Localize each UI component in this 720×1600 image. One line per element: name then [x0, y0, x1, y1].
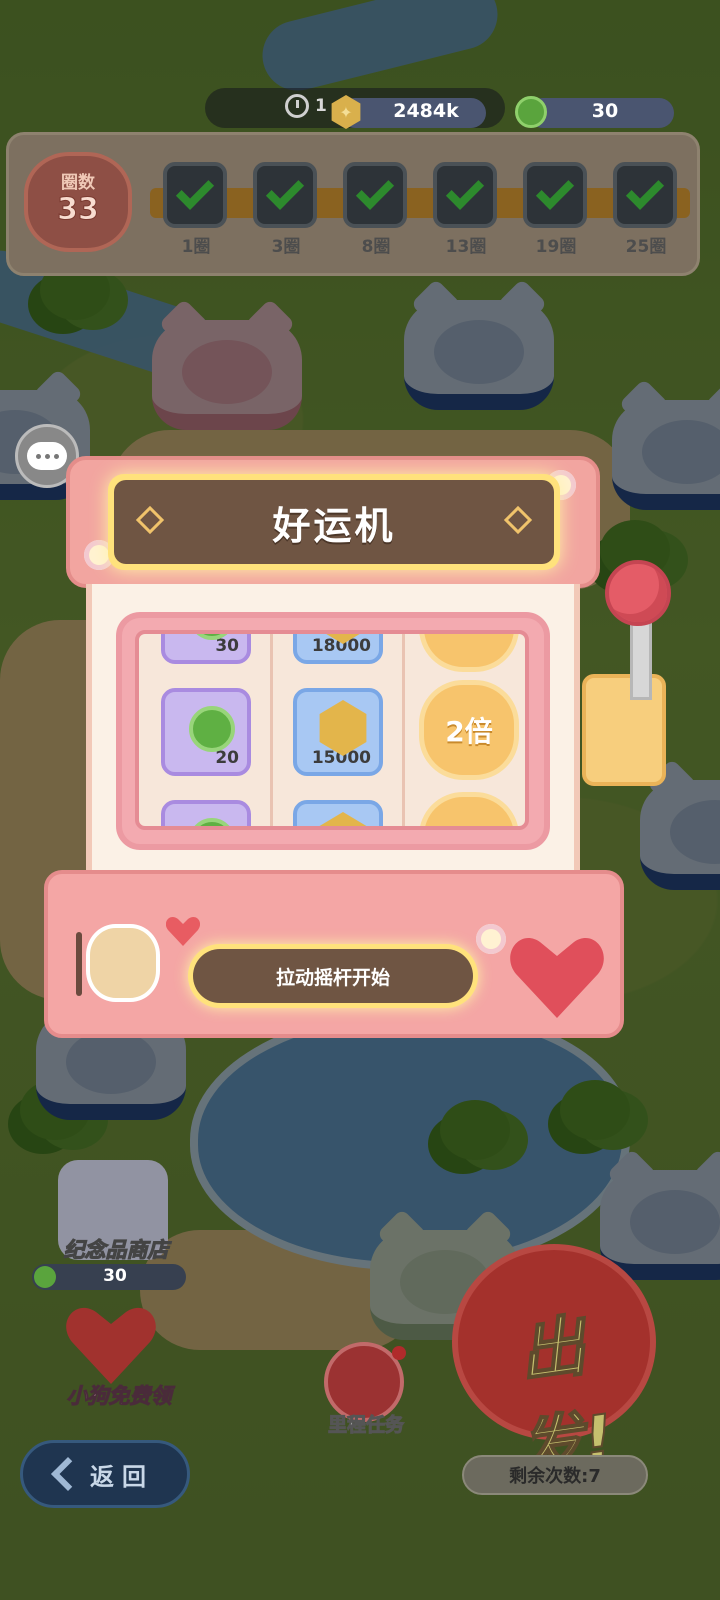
reel-item-center: 15000 — [293, 688, 383, 776]
reel-window: 30 20 18000 15000 2倍 — [135, 630, 529, 830]
check-icon — [175, 171, 215, 210]
sparkle-icon — [503, 505, 533, 535]
reel-item-value: 30 — [215, 636, 239, 656]
title-inner: 好运机 — [114, 480, 554, 564]
timer: 1 — [285, 94, 327, 118]
shop-price: 30 — [103, 1266, 127, 1286]
slot-machine-title-plate: 好运机 — [108, 474, 560, 570]
multiplier-badge — [419, 792, 519, 826]
clover-gem-icon — [189, 818, 235, 826]
milestone-label: 25圈 — [625, 237, 667, 257]
lap-milestone[interactable]: 1圈 — [163, 162, 229, 257]
mileage-mission-label[interactable]: 里程任务 — [306, 1410, 426, 1437]
reel-item-value: 20 — [215, 748, 239, 768]
clover-gem-icon — [189, 706, 235, 752]
lap-milestone[interactable]: 19圈 — [523, 162, 589, 257]
check-icon — [265, 171, 305, 210]
multiplier-badge-center: 2倍 — [419, 680, 519, 780]
clover-icon — [515, 96, 547, 128]
check-icon — [445, 171, 485, 210]
lever-base — [582, 674, 666, 786]
gold-coin-icon — [319, 812, 367, 826]
milestone-box — [343, 162, 407, 228]
milestone-box — [253, 162, 317, 228]
milestone-box — [613, 162, 677, 228]
chat-icon — [27, 442, 67, 470]
lap-milestone[interactable]: 3圈 — [253, 162, 319, 257]
check-icon — [535, 171, 575, 210]
lap-milestone[interactable]: 25圈 — [613, 162, 679, 257]
reel-3: 2倍 — [402, 634, 525, 826]
slot-machine-title: 好运机 — [272, 503, 396, 548]
milestone-label: 1圈 — [181, 237, 211, 257]
check-icon — [625, 171, 665, 210]
lap-count-label: 圈数 — [61, 173, 95, 193]
lever-knob[interactable] — [605, 560, 671, 626]
clover-value: 30 — [591, 100, 619, 122]
clock-icon — [285, 94, 309, 118]
back-button[interactable]: 返回 — [20, 1440, 190, 1508]
souvenir-shop-label[interactable]: 纪念品商店 — [36, 1234, 196, 1264]
timer-value: 1 — [315, 96, 327, 116]
reel-item-center: 20 — [161, 688, 251, 776]
lap-milestone[interactable]: 13圈 — [433, 162, 499, 257]
sparkle-icon — [135, 505, 165, 535]
reel-item: 18000 — [293, 634, 383, 664]
clover-icon — [34, 1266, 56, 1288]
back-arrow-icon — [51, 1457, 85, 1491]
dog-sticker — [86, 924, 160, 1002]
coin-value: 2484k — [393, 100, 459, 122]
milestone-label: 8圈 — [361, 237, 391, 257]
milestone-label: 13圈 — [445, 237, 487, 257]
lap-progress-track — [150, 188, 690, 218]
lap-milestone[interactable]: 8圈 — [343, 162, 409, 257]
remaining-count: 剩余次数:7 — [462, 1455, 648, 1495]
reel-2: 18000 15000 — [270, 634, 400, 826]
milestone-box — [163, 162, 227, 228]
flower-icon — [476, 924, 506, 954]
start-label: 拉动摇杆开始 — [193, 949, 473, 1003]
reel-item: 30 — [161, 634, 251, 664]
reel-item — [161, 800, 251, 826]
lap-count-badge: 圈数 33 — [24, 152, 132, 252]
milestone-box — [523, 162, 587, 228]
reel-1: 30 20 — [139, 634, 269, 826]
free-dog-label[interactable]: 小狗免费领 — [34, 1380, 204, 1410]
notification-dot — [392, 1346, 406, 1360]
pull-lever-start-button[interactable]: 拉动摇杆开始 — [188, 944, 478, 1008]
check-icon — [355, 171, 395, 210]
lever-arm[interactable] — [630, 620, 652, 700]
decor-bar — [76, 932, 82, 996]
reel-item — [293, 800, 383, 826]
lap-count-value: 33 — [57, 192, 100, 228]
multiplier-badge — [419, 634, 519, 672]
milestone-label: 19圈 — [535, 237, 577, 257]
milestone-box — [433, 162, 497, 228]
milestone-label: 3圈 — [271, 237, 301, 257]
back-label: 返回 — [90, 1462, 154, 1491]
